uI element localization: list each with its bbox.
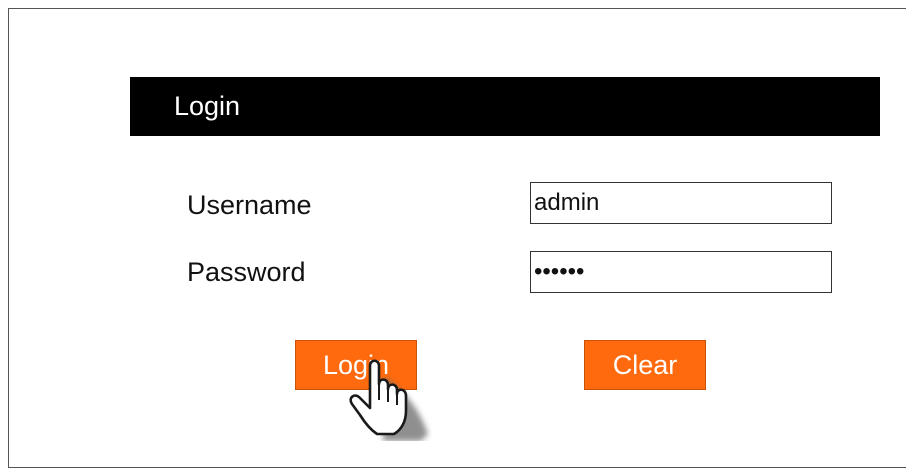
password-label: Password	[187, 257, 306, 287]
login-header: Login	[130, 77, 880, 136]
clear-button[interactable]: Clear	[584, 340, 706, 390]
login-button[interactable]: Login	[295, 340, 417, 390]
password-input[interactable]	[530, 251, 832, 293]
login-title: Login	[174, 91, 241, 121]
username-input[interactable]	[530, 182, 832, 224]
username-label: Username	[187, 190, 312, 220]
